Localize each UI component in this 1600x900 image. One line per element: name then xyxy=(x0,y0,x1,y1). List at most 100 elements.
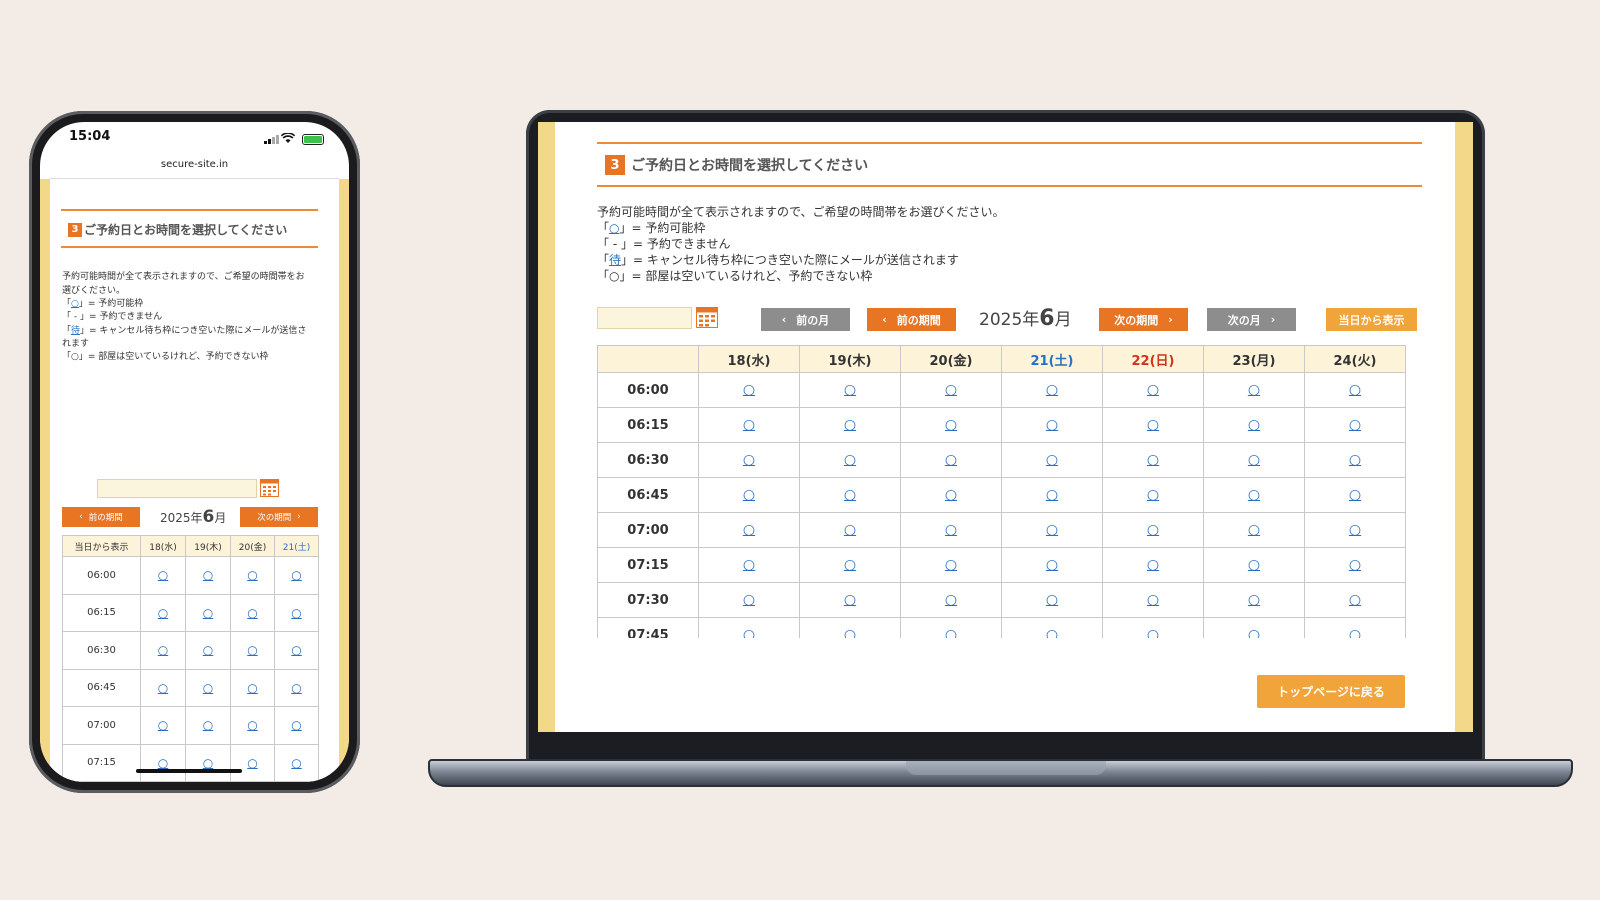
back-to-top-page-button[interactable]: トップページに戻る xyxy=(1257,675,1405,708)
slot-available-link[interactable]: ○ xyxy=(203,681,213,695)
slot-available-link[interactable]: ○ xyxy=(247,606,257,620)
slot-available-link[interactable]: ○ xyxy=(291,681,301,695)
slot-available-link[interactable]: ○ xyxy=(291,643,301,657)
slot-available-link[interactable]: ○ xyxy=(1349,592,1361,608)
prev-month-button[interactable]: ‹ 前の月 xyxy=(761,308,850,331)
slot-available-link[interactable]: ○ xyxy=(247,681,257,695)
slot-available-link[interactable]: ○ xyxy=(844,417,856,433)
slot-available-link[interactable]: ○ xyxy=(1147,557,1159,573)
slot-available-link[interactable]: ○ xyxy=(945,487,957,503)
next-period-button[interactable]: 次の期間 › xyxy=(1099,308,1188,331)
slot-available-link[interactable]: ○ xyxy=(743,592,755,608)
slot-available-link[interactable]: ○ xyxy=(291,718,301,732)
slot-available-link[interactable]: ○ xyxy=(158,606,168,620)
slot-available-link[interactable]: ○ xyxy=(945,627,957,638)
next-month-button[interactable]: 次の月 › xyxy=(1207,308,1296,331)
slot-available-link[interactable]: ○ xyxy=(158,756,168,770)
slot-available-link[interactable]: ○ xyxy=(743,452,755,468)
slot-available-link[interactable]: ○ xyxy=(247,568,257,582)
slot-available-link[interactable]: ○ xyxy=(844,452,856,468)
slot-available-link[interactable]: ○ xyxy=(203,718,213,732)
time-slot-cell: ○ xyxy=(1304,442,1406,478)
table-row: 06:00 ○ ○ ○ ○ xyxy=(62,556,319,595)
slot-available-link[interactable]: ○ xyxy=(945,452,957,468)
calendar-icon[interactable] xyxy=(696,307,718,328)
slot-available-link[interactable]: ○ xyxy=(1046,557,1058,573)
slot-available-link[interactable]: ○ xyxy=(1046,417,1058,433)
slot-available-link[interactable]: ○ xyxy=(1248,522,1260,538)
slot-available-link[interactable]: ○ xyxy=(1349,487,1361,503)
slot-available-link[interactable]: ○ xyxy=(945,417,957,433)
slot-available-link[interactable]: ○ xyxy=(844,487,856,503)
slot-available-link[interactable]: ○ xyxy=(1046,627,1058,638)
slot-available-link[interactable]: ○ xyxy=(1046,592,1058,608)
prev-period-button[interactable]: ‹ 前の期間 xyxy=(867,308,956,331)
slot-available-link[interactable]: ○ xyxy=(1147,627,1159,638)
slot-available-link[interactable]: ○ xyxy=(291,756,301,770)
slot-available-link[interactable]: ○ xyxy=(743,417,755,433)
prev-period-button[interactable]: ‹ 前の期間 xyxy=(62,507,140,527)
slot-available-link[interactable]: ○ xyxy=(1349,417,1361,433)
slot-available-link[interactable]: ○ xyxy=(1147,382,1159,398)
slot-available-link[interactable]: ○ xyxy=(945,522,957,538)
button-label: 次の期間 xyxy=(257,513,292,523)
slot-available-link[interactable]: ○ xyxy=(1248,592,1260,608)
slot-available-link[interactable]: ○ xyxy=(158,568,168,582)
availability-table-scroll[interactable]: 18(水) 19(木) 20(金) 21(土) 22(日) 23(月) 24(火… xyxy=(597,345,1407,638)
slot-available-link[interactable]: ○ xyxy=(844,522,856,538)
slot-available-link[interactable]: ○ xyxy=(1248,487,1260,503)
next-period-button[interactable]: 次の期間 › xyxy=(240,507,318,527)
slot-available-link[interactable]: ○ xyxy=(1147,452,1159,468)
slot-available-link[interactable]: ○ xyxy=(1046,522,1058,538)
slot-available-link[interactable]: ○ xyxy=(743,627,755,638)
slot-available-link[interactable]: ○ xyxy=(203,756,213,770)
show-from-today-button[interactable]: 当日から表示 xyxy=(62,535,141,557)
slot-available-link[interactable]: ○ xyxy=(844,557,856,573)
address-bar-url[interactable]: secure-site.in xyxy=(40,159,349,170)
date-input[interactable] xyxy=(597,307,692,329)
slot-available-link[interactable]: ○ xyxy=(1349,557,1361,573)
slot-available-link[interactable]: ○ xyxy=(743,487,755,503)
slot-available-link[interactable]: ○ xyxy=(247,756,257,770)
slot-available-link[interactable]: ○ xyxy=(1248,627,1260,638)
slot-available-link[interactable]: ○ xyxy=(1248,452,1260,468)
slot-available-link[interactable]: ○ xyxy=(1147,522,1159,538)
show-from-today-button[interactable]: 当日から表示 xyxy=(1326,308,1417,331)
slot-available-link[interactable]: ○ xyxy=(844,592,856,608)
slot-available-link[interactable]: ○ xyxy=(1147,487,1159,503)
slot-available-link[interactable]: ○ xyxy=(945,557,957,573)
slot-available-link[interactable]: ○ xyxy=(291,606,301,620)
slot-available-link[interactable]: ○ xyxy=(1248,417,1260,433)
slot-available-link[interactable]: ○ xyxy=(1046,487,1058,503)
slot-available-link[interactable]: ○ xyxy=(1349,382,1361,398)
slot-available-link[interactable]: ○ xyxy=(1349,522,1361,538)
slot-available-link[interactable]: ○ xyxy=(945,592,957,608)
slot-available-link[interactable]: ○ xyxy=(1248,382,1260,398)
slot-available-link[interactable]: ○ xyxy=(158,718,168,732)
date-input[interactable] xyxy=(97,479,257,498)
slot-available-link[interactable]: ○ xyxy=(1349,627,1361,638)
slot-available-link[interactable]: ○ xyxy=(158,681,168,695)
slot-available-link[interactable]: ○ xyxy=(291,568,301,582)
slot-available-link[interactable]: ○ xyxy=(203,643,213,657)
slot-available-link[interactable]: ○ xyxy=(1046,382,1058,398)
slot-available-link[interactable]: ○ xyxy=(844,627,856,638)
slot-available-link[interactable]: ○ xyxy=(1248,557,1260,573)
slot-available-link[interactable]: ○ xyxy=(203,568,213,582)
slot-available-link[interactable]: ○ xyxy=(1046,452,1058,468)
calendar-icon[interactable] xyxy=(260,479,279,497)
slot-available-link[interactable]: ○ xyxy=(1147,417,1159,433)
slot-available-link[interactable]: ○ xyxy=(1349,452,1361,468)
time-label: 06:15 xyxy=(597,407,699,443)
slot-available-link[interactable]: ○ xyxy=(158,643,168,657)
slot-available-link[interactable]: ○ xyxy=(743,382,755,398)
slot-available-link[interactable]: ○ xyxy=(203,606,213,620)
button-label: 前の月 xyxy=(796,313,830,327)
slot-available-link[interactable]: ○ xyxy=(247,718,257,732)
slot-available-link[interactable]: ○ xyxy=(1147,592,1159,608)
slot-available-link[interactable]: ○ xyxy=(247,643,257,657)
slot-available-link[interactable]: ○ xyxy=(743,557,755,573)
slot-available-link[interactable]: ○ xyxy=(844,382,856,398)
slot-available-link[interactable]: ○ xyxy=(743,522,755,538)
slot-available-link[interactable]: ○ xyxy=(945,382,957,398)
